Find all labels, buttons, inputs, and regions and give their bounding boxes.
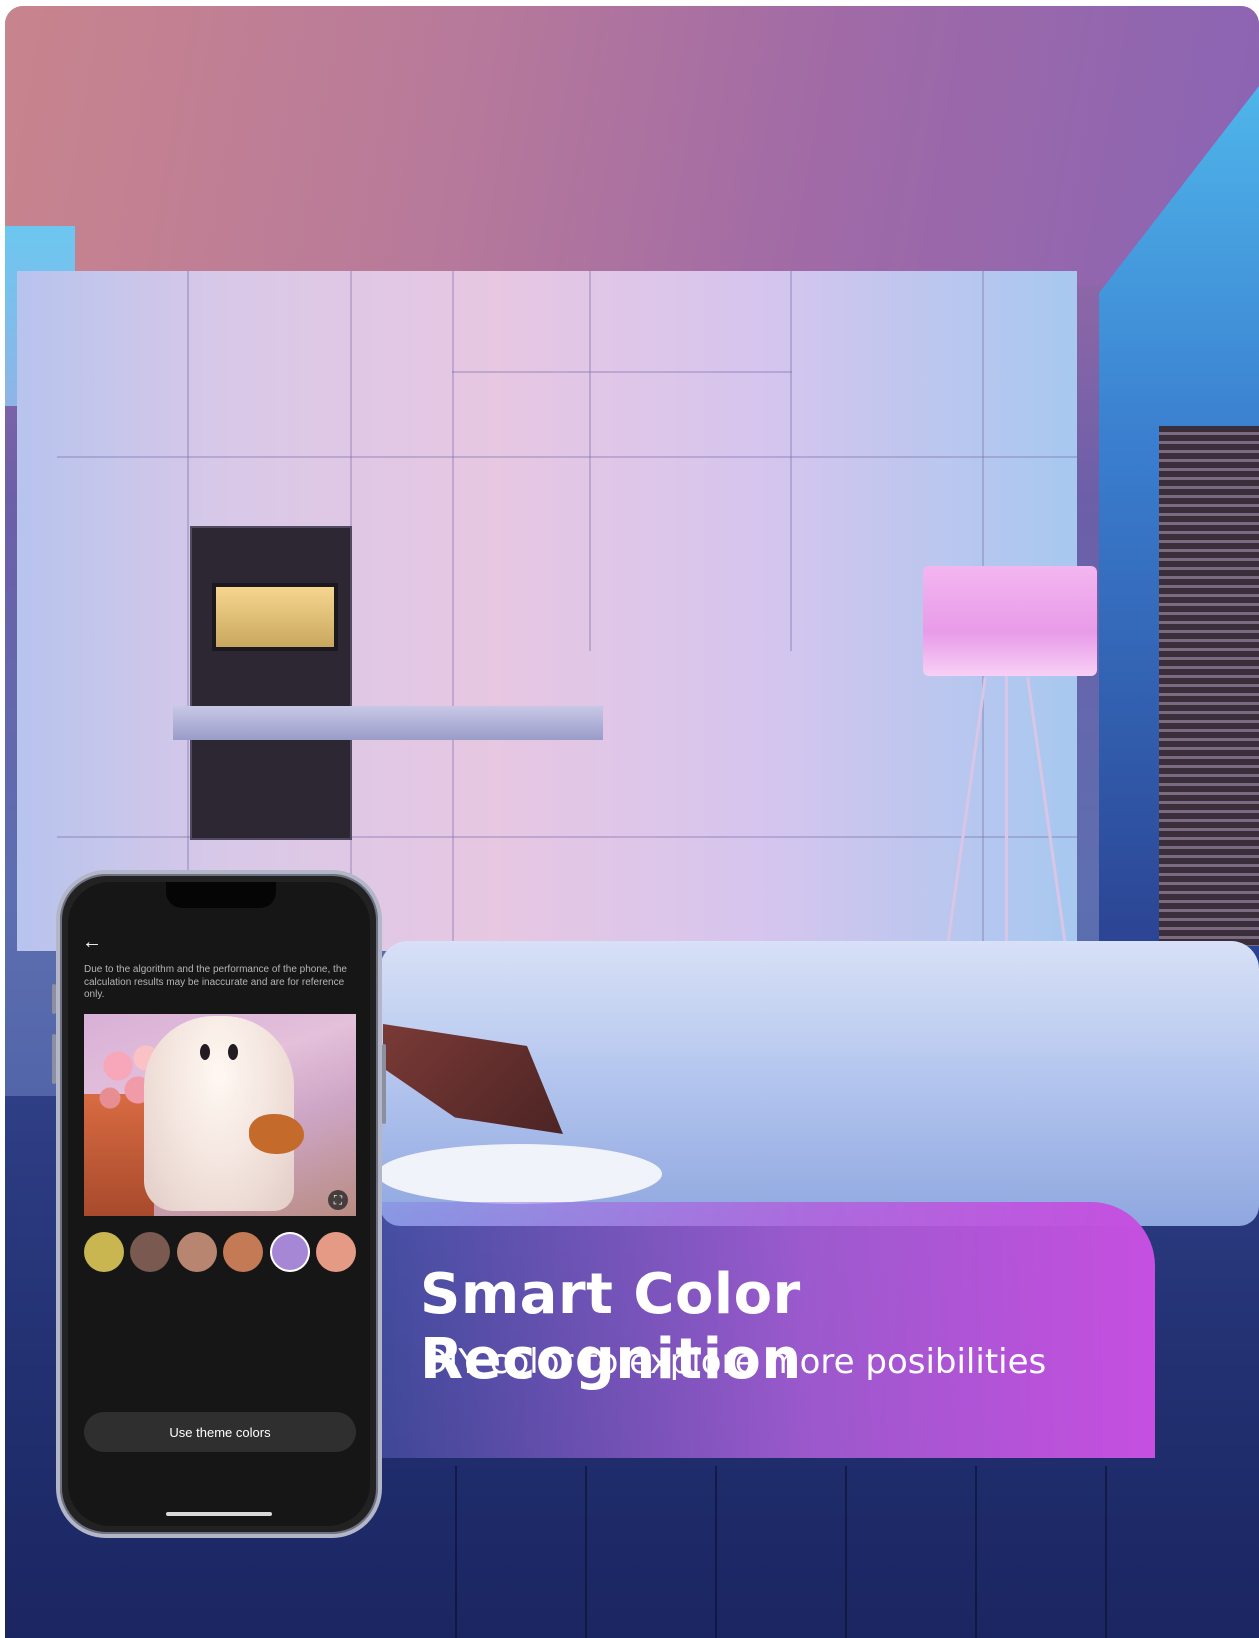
floor-board (845, 1466, 847, 1638)
color-swatch[interactable] (223, 1232, 264, 1272)
use-theme-colors-button[interactable]: Use theme colors (84, 1412, 356, 1452)
color-swatches (84, 1232, 356, 1272)
oven-window (212, 583, 338, 651)
color-swatch[interactable] (269, 1232, 310, 1272)
oven (190, 526, 352, 840)
phone-side-button (382, 1044, 386, 1124)
floor-board (715, 1466, 717, 1638)
feature-subtitle: DIY color to explore more posibilities (422, 1342, 1047, 1382)
cabinet-divider (452, 371, 792, 373)
cabinet-divider (57, 456, 1077, 458)
ceiling (5, 6, 1259, 286)
color-swatch[interactable] (130, 1232, 171, 1272)
ghost-eye (200, 1044, 210, 1060)
phone-side-button (52, 1034, 56, 1084)
color-swatch[interactable] (84, 1232, 124, 1272)
color-swatch[interactable] (315, 1232, 356, 1272)
floor-lamp-shade (923, 566, 1097, 676)
cabinet-divider (589, 271, 591, 651)
cabinet-divider (187, 271, 189, 951)
floor-board (975, 1466, 977, 1638)
floor-board (585, 1466, 587, 1638)
recognition-photo: ⛶ (84, 1014, 356, 1216)
cabinet-divider (790, 271, 792, 651)
kitchen-wall (17, 271, 1077, 951)
hanging-shelf (173, 706, 603, 740)
phone-notch (166, 882, 276, 908)
window-blind (1159, 426, 1259, 946)
home-indicator (166, 1512, 272, 1516)
phone-screen: ← Due to the algorithm and the performan… (68, 882, 370, 1526)
photo-ukulele (249, 1114, 304, 1154)
disclaimer-text: Due to the algorithm and the performance… (84, 964, 347, 1000)
ghost-eye (228, 1044, 238, 1060)
lamp-leg (1005, 676, 1008, 946)
cabinet-divider (452, 271, 454, 951)
phone-side-button (52, 984, 56, 1014)
color-swatch[interactable] (176, 1232, 217, 1272)
phone-mockup: ← Due to the algorithm and the performan… (52, 870, 386, 1538)
coffee-table (377, 1144, 662, 1204)
floor-board (455, 1466, 457, 1638)
floor-board (1105, 1466, 1107, 1638)
arrow-left-icon[interactable]: ← (80, 930, 104, 954)
expand-icon[interactable]: ⛶ (328, 1190, 348, 1210)
